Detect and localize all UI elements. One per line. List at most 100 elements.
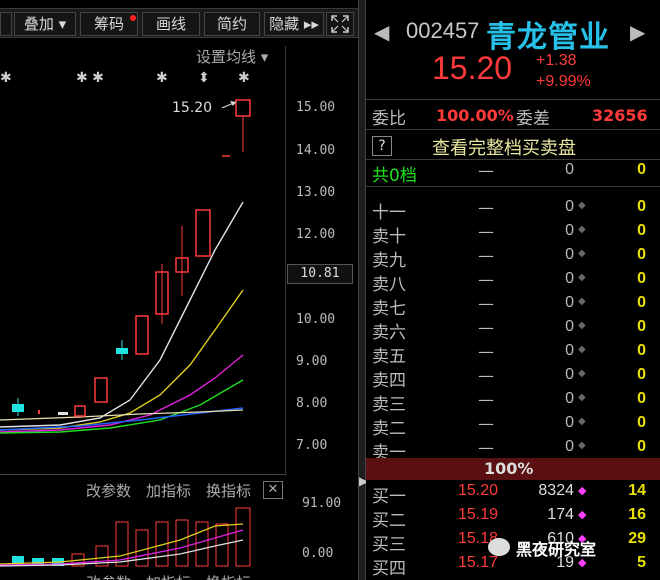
diamond-icon: ◆ (578, 344, 586, 355)
next-stock-icon[interactable]: ▶ (630, 20, 645, 44)
ma-line-ivory (0, 409, 244, 421)
sell-order-row[interactable]: 卖九 — 0 ◆ 0 (366, 246, 660, 271)
order-diff-label: 委差 (516, 109, 550, 129)
sell-level-label: 十一 (372, 203, 406, 223)
candles (12, 99, 251, 417)
buy-level-label: 买二 (372, 511, 406, 531)
sell-level-label: 卖二 (372, 419, 406, 439)
switch-indicator-button[interactable]: 换指标 (206, 480, 251, 501)
divider-line (366, 129, 660, 130)
sell-change: 0 (637, 390, 646, 407)
sell-price: — (478, 318, 494, 337)
event-marker-icon[interactable]: ✱ (0, 70, 12, 86)
sell-change: 0 (637, 270, 646, 287)
prev-stock-icon[interactable]: ◀ (374, 20, 389, 44)
sell-volume: 0 (565, 246, 574, 263)
orderbook-total-row: 共0档 — 0 0 (366, 161, 660, 186)
sell-order-row[interactable]: 卖四 — 0 ◆ 0 (366, 366, 660, 391)
sell-change: 0 (637, 294, 646, 311)
buy-order-row[interactable]: 买三 15.18 610 ◆ 29 (366, 530, 660, 555)
sell-order-row[interactable]: 卖一 —0 ◆ 0 (366, 438, 660, 463)
diamond-icon: ◆ (578, 508, 587, 521)
buy-price: 15.17 (457, 554, 499, 571)
sell-price: — (478, 294, 494, 313)
edit-params-button[interactable]: 改参数 (86, 480, 131, 501)
candle (38, 410, 40, 414)
total-price: — (478, 161, 494, 180)
help-icon[interactable]: ? (372, 136, 392, 156)
buy-change: 14 (628, 482, 646, 499)
candle (135, 315, 149, 355)
switch-indicator-button-2[interactable]: 换指标 (206, 572, 251, 580)
panel-divider[interactable] (358, 0, 366, 580)
sell-order-row[interactable]: 卖六 — 0 ◆ 0 (366, 318, 660, 343)
sell-price: — (478, 222, 494, 241)
diamond-icon: ◆ (578, 320, 586, 331)
divider-line (366, 186, 660, 187)
sell-volume: 0 (565, 270, 574, 287)
candle (235, 99, 251, 117)
sell-change: 0 (637, 366, 646, 383)
order-diff-value: 32656 (592, 106, 648, 125)
sell-price: — (478, 270, 494, 289)
buy-order-row[interactable]: 买四 15.17 19 ◆ 5 (366, 554, 660, 579)
sell-level-label: 卖五 (372, 347, 406, 367)
sell-level-label: 卖三 (372, 395, 406, 415)
divider-line (366, 159, 660, 160)
price-change-pct: +9.99% (536, 73, 591, 90)
indicator-bars (0, 507, 251, 567)
add-indicator-button-2[interactable]: 加指标 (146, 572, 191, 580)
ma-line-green (0, 379, 244, 434)
sell-volume: 0 (565, 438, 574, 455)
sell-volume: 0 (565, 414, 574, 431)
sell-order-row[interactable]: 卖三 — 0 ◆ 0 (366, 390, 660, 415)
event-marker-icon[interactable]: ⬍ (198, 70, 210, 86)
kline-chart-panel[interactable]: 叠加 ▾ 筹码 画线 简约 隐藏 ▸▸ 设置均线 ▾ ✱ ✱ ✱ ✱ ⬍ ✱ 1… (0, 0, 358, 580)
y-tick-label: 14.00 (296, 143, 336, 158)
buy-order-row[interactable]: 买一 15.20 8324 ◆ 14 (366, 482, 660, 507)
edit-params-button-2[interactable]: 改参数 (86, 572, 131, 580)
buy-sell-ratio-label: 100% (484, 459, 534, 478)
add-indicator-button[interactable]: 加指标 (146, 480, 191, 501)
event-marker-icon[interactable]: ✱ (156, 70, 168, 86)
diamond-icon: ◆ (578, 200, 586, 211)
buy-level-label: 买三 (372, 535, 406, 555)
sell-order-row[interactable]: 卖五 — 0 ◆ 0 (366, 342, 660, 367)
event-marker-icon[interactable]: ✱ ✱ (76, 70, 104, 86)
sell-price: — (478, 414, 494, 433)
sell-level-label: 卖七 (372, 299, 406, 319)
y-tick-label: 9.00 (296, 354, 328, 369)
diamond-icon: ◆ (578, 368, 586, 379)
sell-volume: 0 (565, 342, 574, 359)
y-tick-label: 15.00 (296, 100, 336, 115)
sell-volume: 0 (565, 294, 574, 311)
price-change: +1.38 (536, 52, 577, 69)
sell-change: 0 (637, 246, 646, 263)
close-indicator-icon[interactable]: ✕ (263, 481, 283, 499)
buy-change: 5 (637, 554, 646, 571)
y-axis-line (285, 46, 286, 476)
total-chg: 0 (637, 161, 646, 178)
watermark: 黑夜研究室 (516, 540, 597, 559)
sell-order-row[interactable]: 卖十 — 0 ◆ 0 (366, 222, 660, 247)
sell-level-label: 卖九 (372, 251, 406, 271)
sell-order-row[interactable]: 卖七 — 0 ◆ 0 (366, 294, 660, 319)
full-orderbook-link[interactable]: 查看完整档买卖盘 (432, 134, 576, 160)
y-tick-label: 8.00 (296, 396, 328, 411)
diamond-icon: ◆ (578, 224, 586, 235)
sell-level-label: 卖十 (372, 227, 406, 247)
order-ratio-label: 委比 (372, 109, 406, 129)
sell-order-row[interactable]: 十一 — 0 ◆ 0 (366, 198, 660, 223)
buy-order-row[interactable]: 买二 15.19 174 ◆ 16 (366, 506, 660, 531)
quote-header: ◀ 002457 青龙管业 ▶ 15.20 +1.38 +9.99% (366, 0, 660, 98)
candle (58, 412, 68, 415)
sell-order-row[interactable]: 卖八 — 0 ◆ 0 (366, 270, 660, 295)
diamond-icon: ◆ (578, 248, 586, 259)
buy-level-label: 买一 (372, 487, 406, 507)
diamond-icon: ◆ (578, 484, 587, 497)
candle (74, 405, 86, 417)
sell-order-row[interactable]: 卖二 — 0 ◆ 0 (366, 414, 660, 439)
y-tick-label: 12.00 (296, 227, 336, 242)
sell-level-label: 卖六 (372, 323, 406, 343)
event-marker-icon[interactable]: ✱ (238, 70, 250, 86)
